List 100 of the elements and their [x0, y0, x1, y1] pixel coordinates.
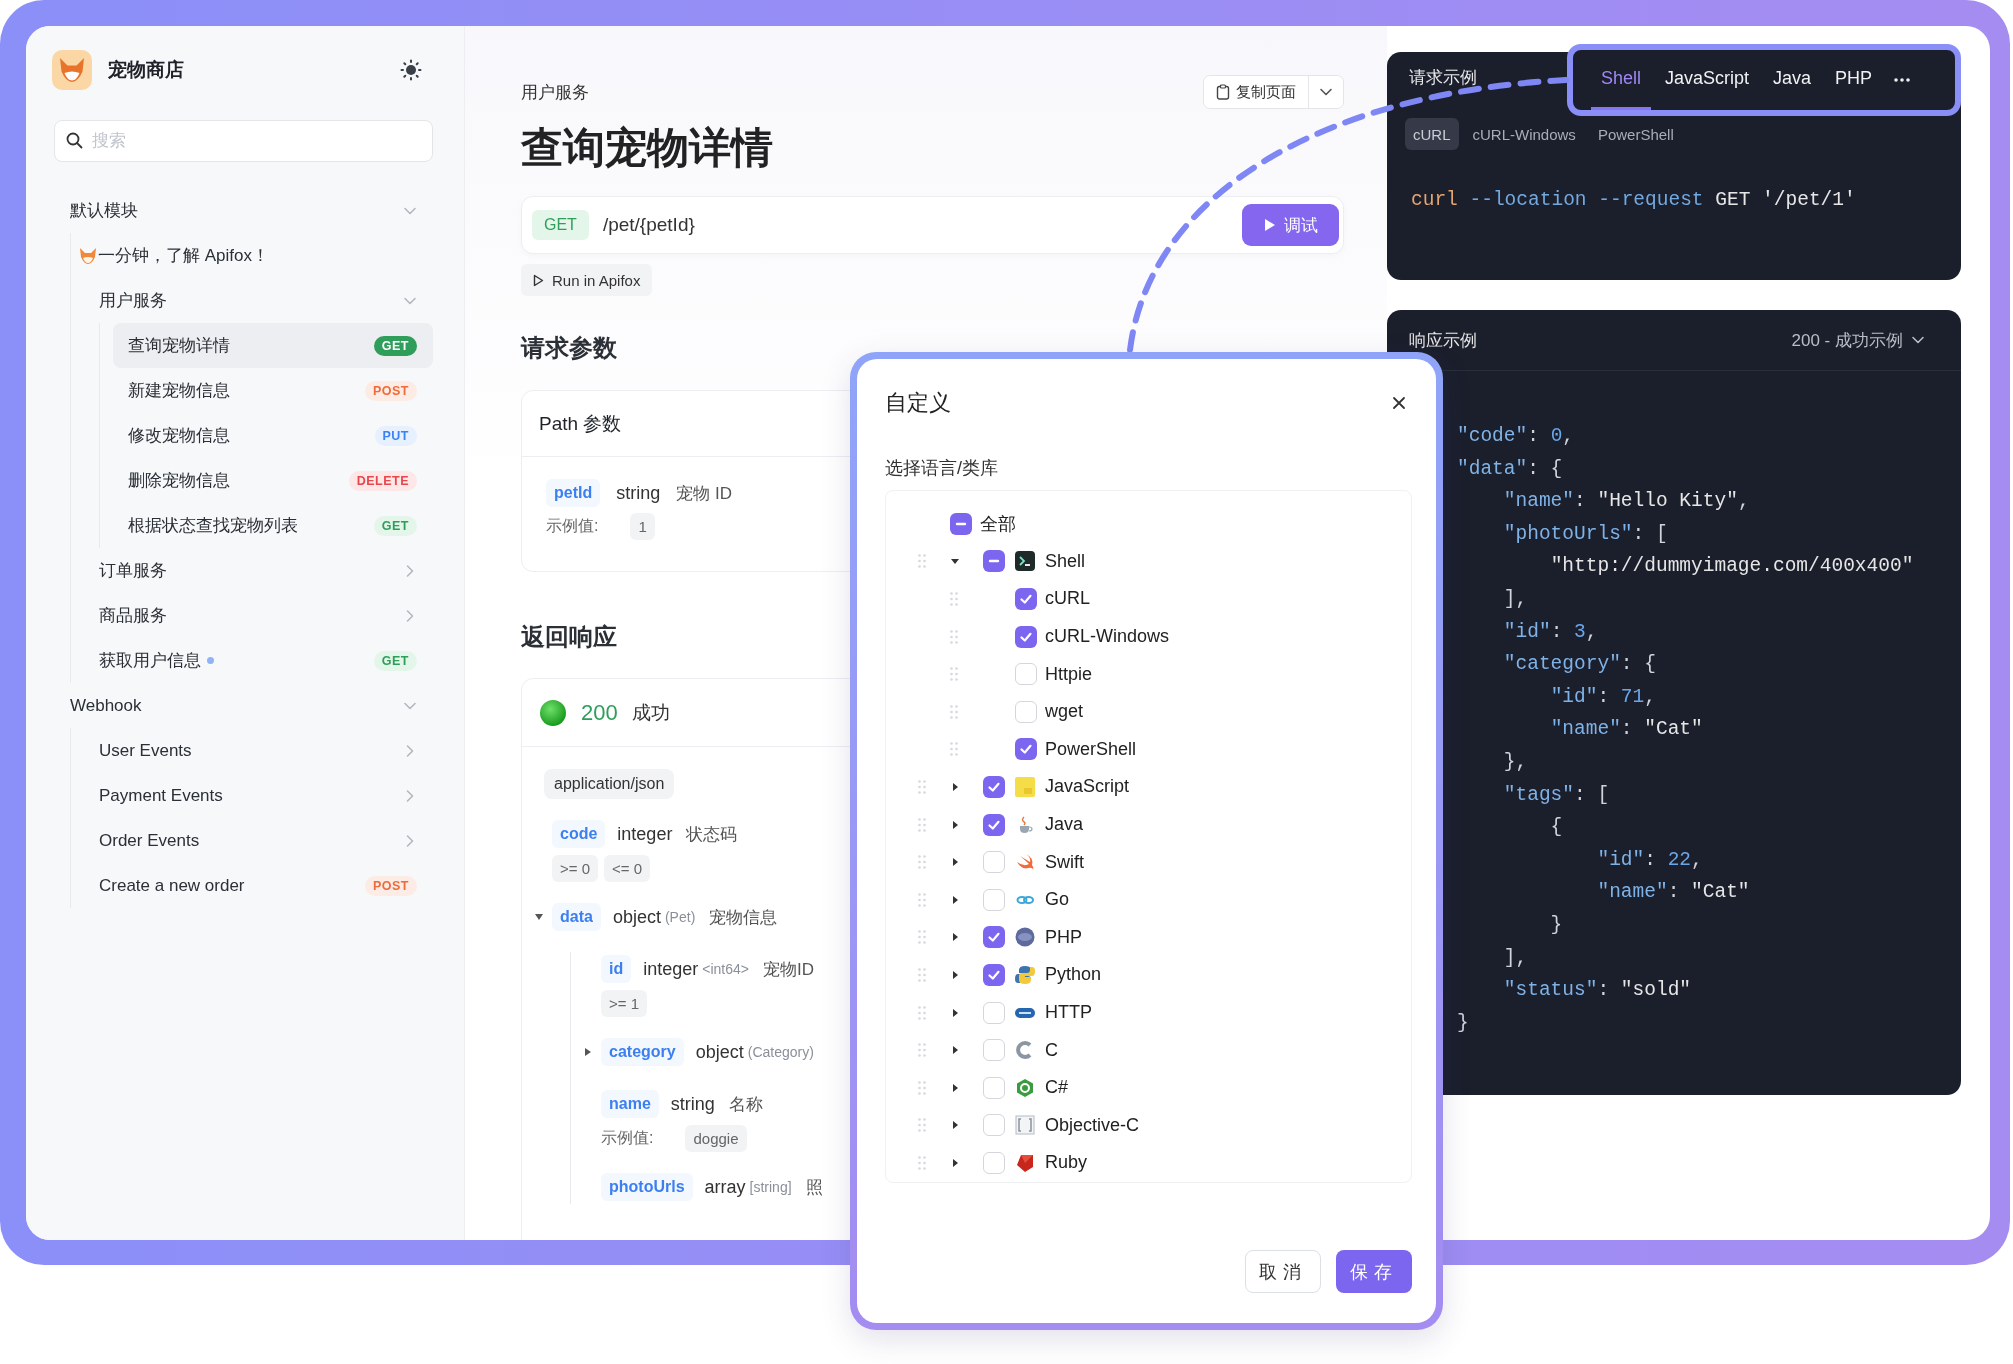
checkbox[interactable]	[983, 1039, 1005, 1062]
tree-item[interactable]: 查询宠物详情 GET	[113, 323, 433, 368]
checkbox[interactable]	[1015, 588, 1037, 610]
snippet-tab[interactable]: PowerShell	[1589, 118, 1682, 150]
option-label: Shell	[1045, 550, 1086, 572]
tree-item[interactable]: 获取用户信息 GET	[71, 638, 433, 683]
code-line: "category": {	[1502, 653, 1656, 676]
drag-handle-icon[interactable]	[918, 779, 926, 794]
checkbox[interactable]	[983, 926, 1005, 949]
option-label: HTTP	[1045, 1002, 1092, 1023]
checkbox[interactable]	[983, 1001, 1005, 1024]
checkbox[interactable]	[1015, 663, 1037, 686]
sun-icon[interactable]	[400, 59, 422, 81]
checkbox[interactable]	[950, 512, 972, 535]
tree-item[interactable]: 默认模块	[54, 188, 433, 233]
tree-item[interactable]: 商品服务	[71, 593, 433, 638]
checkbox[interactable]	[983, 775, 1005, 798]
drag-handle-icon[interactable]	[918, 1080, 926, 1095]
checkbox[interactable]	[1015, 700, 1037, 723]
drag-handle-icon[interactable]	[918, 1118, 926, 1133]
checkbox[interactable]	[983, 550, 1005, 573]
snippet-tab[interactable]: cURL-Windows	[1464, 118, 1584, 150]
drag-handle-icon[interactable]	[950, 629, 958, 644]
logo-icon	[1015, 964, 1035, 985]
field-format: [string]	[749, 1179, 792, 1195]
field-name: code	[552, 820, 606, 848]
option-label: JavaScript	[1045, 776, 1130, 798]
field-description: 名称	[728, 1093, 763, 1116]
checkbox[interactable]	[1015, 625, 1037, 648]
cancel-button[interactable]: 取消	[1245, 1250, 1321, 1293]
tree-item[interactable]: 用户服务	[71, 278, 433, 323]
caret-right-icon[interactable]	[950, 819, 960, 830]
logo-icon	[1015, 927, 1035, 948]
snippet-tab[interactable]: cURL	[1405, 118, 1459, 150]
drag-handle-icon[interactable]	[918, 1005, 926, 1020]
tree-item[interactable]: 删除宠物信息 DELETE	[113, 458, 433, 503]
drag-handle-icon[interactable]	[918, 967, 926, 982]
tree-item[interactable]: Payment Events	[71, 773, 433, 818]
tree-item[interactable]: 订单服务	[71, 548, 433, 593]
search-field[interactable]: 搜索	[54, 120, 433, 162]
drag-handle-icon[interactable]	[918, 1155, 926, 1170]
checkbox[interactable]	[983, 888, 1005, 911]
close-button[interactable]	[1392, 396, 1406, 410]
debug-button[interactable]: 调试	[1242, 204, 1339, 246]
save-button[interactable]: 保存	[1336, 1250, 1412, 1293]
checkbox[interactable]	[983, 1076, 1005, 1099]
tree-item[interactable]: Create a new order POST	[71, 863, 433, 908]
tree-item[interactable]: 根据状态查找宠物列表 GET	[113, 503, 433, 548]
language-tab[interactable]: Shell	[1591, 50, 1652, 110]
checkbox[interactable]	[1015, 738, 1037, 761]
caret-right-icon[interactable]	[950, 857, 960, 868]
caret-right-icon[interactable]	[950, 969, 960, 980]
language-tab[interactable]: JavaScript	[1655, 50, 1760, 110]
tree-item[interactable]: 修改宠物信息 PUT	[113, 413, 433, 458]
more-icon[interactable]	[1894, 78, 1911, 82]
caret-right-icon[interactable]	[950, 932, 960, 943]
copy-page-button[interactable]: 复制页面	[1204, 76, 1308, 108]
drag-handle-icon[interactable]	[918, 930, 926, 945]
language-tab[interactable]: Java	[1763, 50, 1822, 110]
caret-right-icon[interactable]	[950, 1120, 960, 1131]
tree-item[interactable]: 一分钟，了解 Apifox！	[71, 233, 433, 278]
caret-right-icon[interactable]	[583, 1047, 593, 1057]
terminal-icon	[1015, 551, 1035, 572]
drag-handle-icon[interactable]	[918, 817, 926, 832]
caret-right-icon[interactable]	[950, 1045, 960, 1056]
checkbox[interactable]	[983, 1114, 1005, 1137]
caret-right-icon[interactable]	[950, 781, 960, 792]
caret-right-icon[interactable]	[950, 1007, 960, 1018]
drag-handle-icon[interactable]	[918, 554, 926, 569]
caret-right-icon[interactable]	[950, 1157, 960, 1168]
code-line: }	[1457, 1011, 1469, 1034]
drag-handle-icon[interactable]	[918, 855, 926, 870]
run-button[interactable]: Run in Apifox	[521, 264, 653, 296]
checkbox[interactable]	[983, 851, 1005, 874]
field-format: <int64>	[702, 961, 749, 977]
caret-right-icon[interactable]	[950, 894, 960, 905]
checkbox[interactable]	[983, 813, 1005, 836]
drag-handle-icon[interactable]	[918, 1043, 926, 1058]
method-badge: GET	[373, 515, 417, 536]
caret-right-icon[interactable]	[950, 1082, 960, 1093]
checkbox[interactable]	[983, 1151, 1005, 1174]
tree-item[interactable]: 新建宠物信息 POST	[113, 368, 433, 413]
field-name: category	[601, 1038, 684, 1066]
breadcrumb: 用户服务	[521, 81, 589, 104]
drag-handle-icon[interactable]	[918, 892, 926, 907]
drag-handle-icon[interactable]	[950, 742, 958, 757]
checkbox[interactable]	[983, 963, 1005, 986]
status-dot	[539, 698, 567, 727]
tree-item[interactable]: User Events	[71, 728, 433, 773]
dialog-title: 自定义	[885, 389, 951, 417]
example-select[interactable]: 200 - 成功示例	[1785, 327, 1931, 353]
caret-down-icon[interactable]	[534, 912, 544, 922]
drag-handle-icon[interactable]	[950, 592, 958, 606]
tree-item[interactable]: Order Events	[71, 818, 433, 863]
language-tab[interactable]: PHP	[1825, 50, 1883, 110]
drag-handle-icon[interactable]	[950, 667, 958, 682]
drag-handle-icon[interactable]	[950, 704, 958, 719]
section-heading: 返回响应	[521, 622, 617, 652]
example-label: 示例值:	[601, 1128, 654, 1148]
tree-item[interactable]: Webhook	[54, 683, 433, 728]
